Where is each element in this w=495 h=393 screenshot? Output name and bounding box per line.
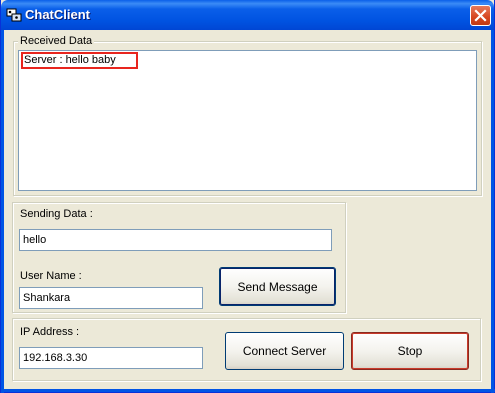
close-icon <box>474 9 487 22</box>
window-frame-bottom <box>1 389 495 392</box>
send-message-button[interactable]: Send Message <box>219 267 336 306</box>
username-label: User Name : <box>20 270 82 282</box>
window-frame-right <box>491 30 494 393</box>
window-frame-left <box>1 30 4 393</box>
chat-app-icon <box>6 8 22 22</box>
received-message: Server : hello baby <box>21 52 138 69</box>
title-bar[interactable]: ChatClient <box>1 0 494 30</box>
window-title: ChatClient <box>25 7 90 22</box>
chatclient-window: ChatClient Received Data Server : hello … <box>0 0 495 393</box>
ip-address-label: IP Address : <box>20 326 80 338</box>
received-data-legend: Received Data <box>18 35 95 48</box>
username-input[interactable]: Shankara <box>19 287 203 309</box>
sending-data-label: Sending Data : <box>20 208 93 220</box>
connect-server-button[interactable]: Connect Server <box>225 332 344 370</box>
ip-address-input[interactable]: 192.168.3.30 <box>19 347 203 369</box>
close-button[interactable] <box>470 5 491 26</box>
received-data-area[interactable]: Server : hello baby <box>18 50 477 191</box>
stop-button[interactable]: Stop <box>351 332 469 370</box>
message-input[interactable]: hello <box>19 229 332 251</box>
